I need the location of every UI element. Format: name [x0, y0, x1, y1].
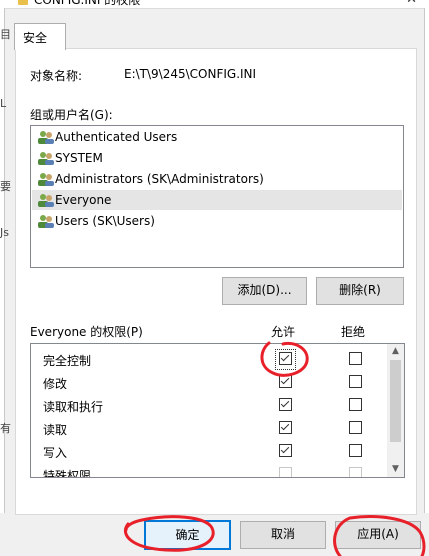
- background-ghost-text: 有: [0, 422, 11, 435]
- background-ghost-text: L: [0, 97, 7, 110]
- allow-checkbox[interactable]: [279, 398, 292, 411]
- allow-checkbox[interactable]: [279, 467, 292, 477]
- permission-name: 读取: [43, 423, 68, 437]
- permission-name: 特殊权限: [43, 469, 92, 478]
- user-label: Everyone: [55, 193, 112, 207]
- chevron-up-icon[interactable]: ▲: [387, 344, 404, 359]
- permissions-list: 完全控制 修改 读取和执行 读取 写入 特殊权限 ▲ ▼: [30, 343, 405, 478]
- deny-checkbox[interactable]: [349, 352, 362, 365]
- permission-row: 特殊权限: [31, 463, 387, 478]
- allow-checkbox[interactable]: [279, 421, 292, 434]
- scrollbar-thumb[interactable]: [390, 360, 401, 442]
- user-label: SYSTEM: [55, 151, 103, 165]
- deny-checkbox[interactable]: [349, 375, 362, 388]
- permissions-label: Everyone 的权限(P): [30, 325, 143, 339]
- deny-checkbox[interactable]: [349, 444, 362, 457]
- groups-label: 组或用户名(G):: [30, 108, 113, 122]
- user-label: Authenticated Users: [55, 130, 178, 144]
- users-group-icon: [38, 152, 54, 165]
- users-group-icon: [38, 173, 54, 186]
- cancel-button[interactable]: 取消: [240, 521, 326, 549]
- close-icon[interactable]: ✕: [406, 0, 417, 7]
- permission-row: 读取和执行: [31, 394, 387, 416]
- background-window-edge-left: [0, 8, 5, 556]
- list-item-user[interactable]: Authenticated Users: [32, 127, 402, 147]
- permission-row: 完全控制: [31, 348, 387, 370]
- tab-security-label: 安全: [23, 31, 48, 45]
- user-label: Administrators (SK\Administrators): [55, 172, 264, 186]
- background-window-edge-right: [424, 8, 429, 556]
- permission-row: 修改: [31, 371, 387, 393]
- users-group-icon: [38, 194, 54, 207]
- list-item-user[interactable]: Users (SK\Users): [32, 211, 402, 231]
- users-group-icon: [38, 215, 54, 228]
- users-group-icon: [38, 131, 54, 144]
- object-name-value: E:\T\9\245\CONFIG.INI: [124, 67, 257, 81]
- permission-name: 写入: [43, 446, 68, 460]
- deny-header: 拒绝: [341, 325, 366, 339]
- chevron-down-icon[interactable]: ▼: [387, 462, 404, 477]
- folder-icon: [18, 0, 28, 5]
- allow-checkbox[interactable]: [279, 444, 292, 457]
- permission-row: 写入: [31, 440, 387, 462]
- add-button[interactable]: 添加(D)...: [222, 277, 307, 305]
- background-ghost-text: 要: [0, 180, 11, 193]
- list-item-user[interactable]: Administrators (SK\Administrators): [32, 169, 402, 189]
- tab-security[interactable]: 安全: [14, 23, 66, 50]
- background-ghost-text: Js: [0, 226, 9, 239]
- allow-header: 允许: [271, 325, 296, 339]
- window-title-bar: CONFIG.INI 的权限 ✕: [0, 0, 429, 9]
- permissions-scrollbar[interactable]: ▲ ▼: [387, 344, 404, 477]
- list-item-user[interactable]: SYSTEM: [32, 148, 402, 168]
- permission-row: 读取: [31, 417, 387, 439]
- deny-checkbox[interactable]: [349, 421, 362, 434]
- deny-checkbox[interactable]: [349, 398, 362, 411]
- apply-button[interactable]: 应用(A): [335, 521, 421, 549]
- user-label: Users (SK\Users): [55, 214, 155, 228]
- list-item-user-selected[interactable]: Everyone: [32, 190, 402, 210]
- permission-name: 完全控制: [43, 354, 92, 368]
- permission-name: 读取和执行: [43, 400, 104, 414]
- object-name-label: 对象名称:: [30, 69, 83, 83]
- remove-button[interactable]: 删除(R): [316, 277, 404, 305]
- permission-name: 修改: [43, 377, 68, 391]
- ok-button[interactable]: 确定: [144, 520, 231, 550]
- allow-checkbox[interactable]: [279, 352, 292, 365]
- window-title: CONFIG.INI 的权限: [34, 0, 141, 7]
- allow-checkbox[interactable]: [279, 375, 292, 388]
- background-ghost-text: 目: [0, 28, 11, 41]
- groups-list[interactable]: Authenticated Users SYSTEM Administrator…: [30, 125, 404, 268]
- deny-checkbox[interactable]: [349, 467, 362, 477]
